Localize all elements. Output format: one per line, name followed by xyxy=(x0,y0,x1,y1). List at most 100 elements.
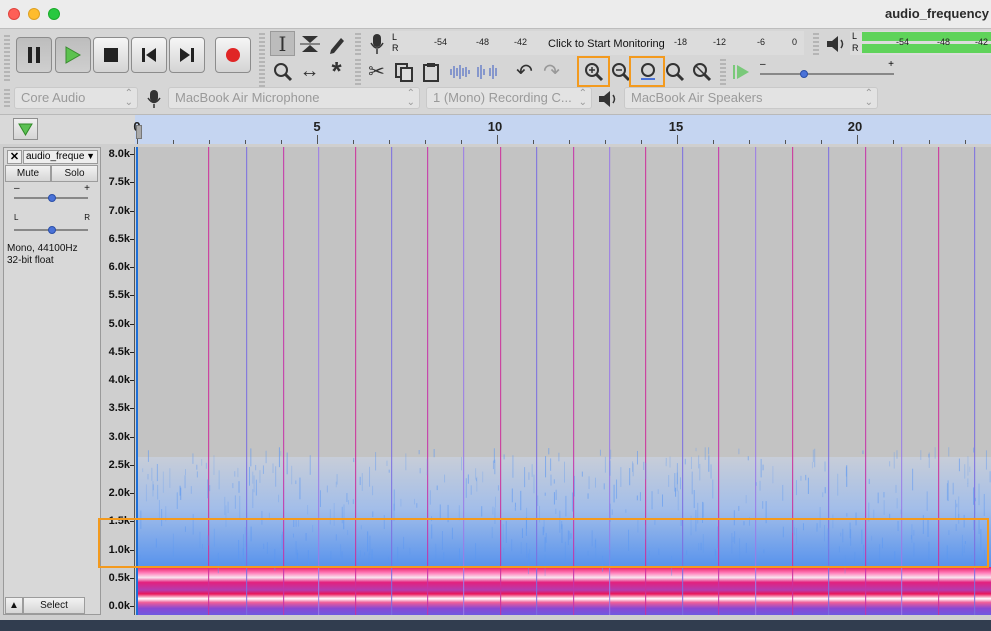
play-scale-label: -42 xyxy=(975,37,989,47)
speckle xyxy=(433,449,435,458)
speckle xyxy=(151,467,153,481)
play-meter-button[interactable] xyxy=(823,31,848,56)
chevron-updown-icon: ⌃ ⌄ xyxy=(864,88,873,108)
trim-audio-button[interactable] xyxy=(447,59,472,84)
minimize-window-button[interactable] xyxy=(28,8,40,20)
pan-slider[interactable]: L R xyxy=(12,213,92,235)
speed-slider-thumb[interactable] xyxy=(800,70,808,78)
edit-toolbar-grip[interactable] xyxy=(355,59,361,85)
zoom-toggle-button[interactable] xyxy=(689,59,714,84)
speckle xyxy=(805,474,807,481)
selection-tool[interactable]: I xyxy=(270,31,295,56)
envelope-tool[interactable] xyxy=(297,31,322,56)
gain-minus-label: – xyxy=(14,183,20,194)
input-channels-select[interactable]: 1 (Mono) Recording C... ⌃ ⌄ xyxy=(426,87,592,109)
play-at-speed-grip[interactable] xyxy=(720,59,726,85)
output-device-select[interactable]: MacBook Air Speakers ⌃ ⌄ xyxy=(624,87,878,109)
copy-icon xyxy=(394,62,413,82)
speckle xyxy=(278,447,280,468)
paste-button[interactable] xyxy=(418,59,443,84)
cut-button[interactable]: ✂ xyxy=(364,59,389,84)
playback-speed-slider[interactable]: – + xyxy=(758,59,898,83)
frequency-tick xyxy=(130,323,134,325)
record-meter-button[interactable] xyxy=(364,31,389,56)
speckle xyxy=(704,447,706,460)
track-control-panel[interactable]: ✕ audio_freque ▼ Mute Solo – + L R Mono,… xyxy=(3,147,101,615)
speckle xyxy=(680,477,682,490)
device-toolbar-grip[interactable] xyxy=(4,89,10,109)
rec-meter-grip[interactable] xyxy=(355,33,361,57)
play-button[interactable] xyxy=(55,37,91,73)
speckle xyxy=(326,485,328,493)
silence-audio-button[interactable] xyxy=(474,59,499,84)
zoom-tool[interactable] xyxy=(270,59,295,84)
frequency-tick xyxy=(130,606,134,607)
skip-start-button[interactable] xyxy=(131,37,167,73)
tools-toolbar-grip[interactable] xyxy=(259,33,265,87)
speckle xyxy=(972,487,974,505)
multi-tool[interactable]: * xyxy=(324,56,349,86)
speckle xyxy=(599,449,601,456)
speckle xyxy=(255,464,257,471)
speckle xyxy=(573,475,575,497)
speckle xyxy=(497,485,499,491)
record-meter[interactable]: L R -54 -48 -42 -18 -12 -6 0 Click to St… xyxy=(390,31,804,55)
audio-host-select[interactable]: Core Audio ⌃ ⌄ xyxy=(14,87,138,109)
track-name-menu[interactable]: audio_freque ▼ xyxy=(23,150,98,164)
play-meter-grip[interactable] xyxy=(813,33,819,57)
timeline[interactable]: 0 5 10 15 20 xyxy=(0,114,991,145)
undo-button[interactable]: ↶ xyxy=(512,59,537,84)
chevron-updown-icon: ⌃ ⌄ xyxy=(578,88,587,108)
play-at-speed-button[interactable] xyxy=(728,59,753,84)
speckle xyxy=(253,475,255,493)
gain-slider-thumb[interactable] xyxy=(48,194,56,202)
time-shift-tool[interactable]: ↔ xyxy=(297,59,322,84)
frequency-tick-label: 2.0k xyxy=(108,487,130,499)
pan-slider-thumb[interactable] xyxy=(48,226,56,234)
pause-button[interactable] xyxy=(16,37,52,73)
mute-button[interactable]: Mute xyxy=(5,165,51,182)
speckle xyxy=(213,455,215,475)
frequency-tick-label: 7.5k xyxy=(108,176,130,189)
timeline-options-button[interactable] xyxy=(13,118,38,140)
zoom-window-button[interactable] xyxy=(48,8,60,20)
speckle xyxy=(207,479,209,499)
speckle xyxy=(335,481,337,488)
speckle xyxy=(958,496,960,520)
silence-waveform-icon xyxy=(476,64,497,79)
fit-project-button[interactable] xyxy=(662,59,687,84)
skip-end-button[interactable] xyxy=(169,37,205,73)
collapse-track-button[interactable]: ▲ xyxy=(5,597,23,614)
close-window-button[interactable] xyxy=(8,8,20,20)
speckle xyxy=(745,495,747,504)
frequency-tick xyxy=(130,436,134,438)
speckle xyxy=(814,448,816,468)
draw-tool[interactable] xyxy=(324,31,349,56)
speckle xyxy=(520,490,522,511)
speckle xyxy=(712,479,714,499)
speckle xyxy=(645,462,647,480)
time-ruler[interactable]: 0 5 10 15 20 xyxy=(133,115,991,145)
record-button[interactable] xyxy=(215,37,251,73)
play-head-marker[interactable] xyxy=(136,125,142,139)
speckle xyxy=(565,495,567,517)
close-track-button[interactable]: ✕ xyxy=(7,150,22,164)
frequency-band-highlight xyxy=(98,518,989,568)
speckle xyxy=(668,474,670,487)
speckle xyxy=(846,465,848,487)
select-track-button[interactable]: Select xyxy=(23,597,85,614)
input-device-select[interactable]: MacBook Air Microphone ⌃ ⌄ xyxy=(168,87,420,109)
start-monitoring-label[interactable]: Click to Start Monitoring xyxy=(546,38,667,50)
speckle xyxy=(372,511,374,518)
speckle xyxy=(419,468,421,474)
rec-scale-label: -6 xyxy=(757,37,766,47)
playback-meter[interactable]: L R -54 -48 -42 xyxy=(850,31,991,55)
speckle xyxy=(418,450,420,455)
solo-button[interactable]: Solo xyxy=(51,165,98,182)
redo-button[interactable]: ↷ xyxy=(539,59,564,84)
transport-toolbar-grip[interactable] xyxy=(4,35,10,83)
speckle xyxy=(629,468,631,486)
gain-slider[interactable]: – + xyxy=(12,183,92,205)
copy-button[interactable] xyxy=(391,59,416,84)
stop-button[interactable] xyxy=(93,37,129,73)
